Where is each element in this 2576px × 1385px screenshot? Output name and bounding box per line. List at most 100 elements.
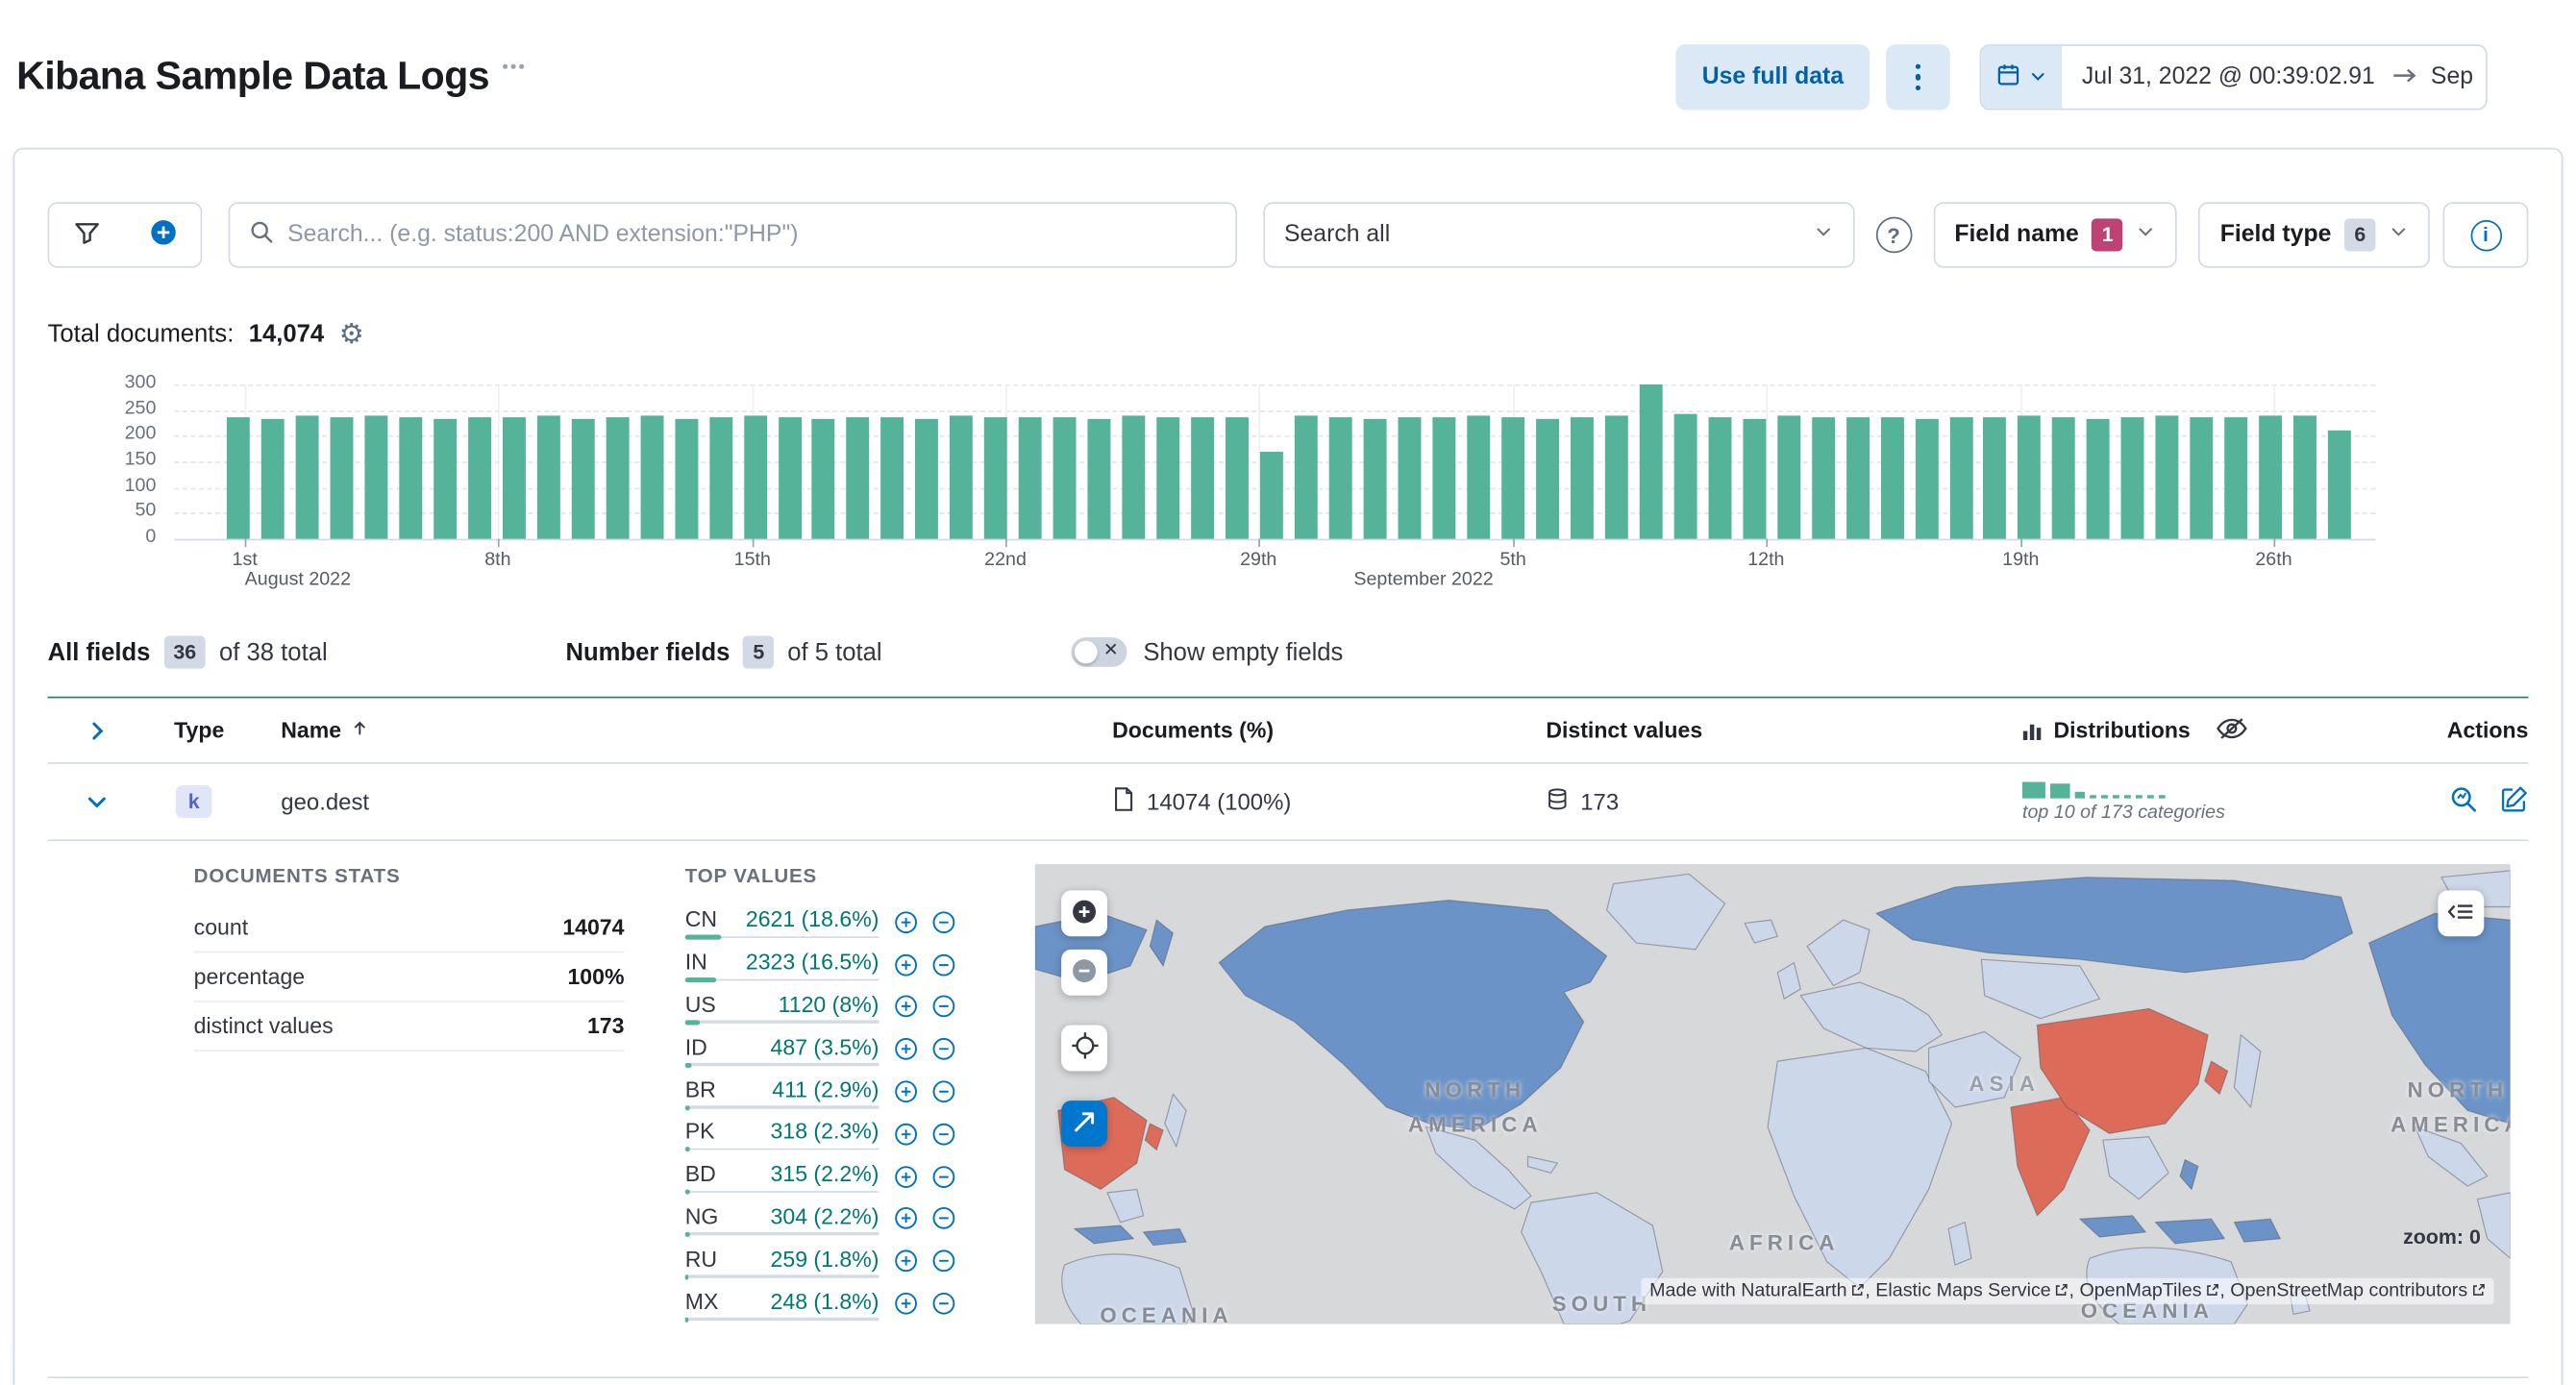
histogram-bar[interactable] <box>1570 417 1594 539</box>
map-attribution-link[interactable]: , OpenStreetMap contributors <box>2219 1281 2486 1301</box>
filter-out-value-button[interactable] <box>931 1249 956 1278</box>
map-zoom-in-button[interactable] <box>1061 890 1107 937</box>
date-end[interactable]: Sep <box>2417 64 2486 90</box>
histogram-bar[interactable] <box>2190 417 2214 539</box>
histogram-bar[interactable] <box>1535 418 1559 539</box>
histogram-bar[interactable] <box>1811 417 1835 539</box>
filter-out-value-button[interactable] <box>931 1292 956 1322</box>
histogram-bar[interactable] <box>536 416 560 539</box>
histogram-bar[interactable] <box>2328 431 2352 539</box>
histogram-bar[interactable] <box>399 417 422 539</box>
histogram-bar[interactable] <box>1363 418 1387 539</box>
histogram-bar[interactable] <box>1328 417 1352 539</box>
histogram-bar[interactable] <box>743 415 767 539</box>
histogram-bar[interactable] <box>2293 415 2317 539</box>
histogram-bar[interactable] <box>502 417 526 539</box>
histogram-bar[interactable] <box>812 418 836 539</box>
histogram-bar[interactable] <box>984 417 1008 539</box>
histogram-bar[interactable] <box>2155 416 2179 539</box>
histogram-bar[interactable] <box>2224 417 2248 539</box>
breadcrumb-menu-icon[interactable] <box>502 62 524 68</box>
filter-for-value-button[interactable] <box>894 952 919 982</box>
histogram-plot[interactable] <box>174 383 2376 548</box>
filter-out-value-button[interactable] <box>931 1206 956 1236</box>
histogram-bar[interactable] <box>330 417 354 539</box>
show-empty-fields-toggle[interactable]: ✕ <box>1071 637 1127 667</box>
hide-distributions-button[interactable] <box>2217 715 2248 745</box>
map-attribution-link[interactable]: , Elastic Maps Service <box>1865 1281 2068 1301</box>
search-scope-select[interactable]: Search all <box>1262 202 1855 268</box>
histogram-bar[interactable] <box>606 417 630 539</box>
filter-out-value-button[interactable] <box>931 1164 956 1194</box>
histogram-bar[interactable] <box>1915 418 1939 539</box>
search-input[interactable] <box>287 221 1216 249</box>
filter-out-value-button[interactable] <box>931 952 956 982</box>
column-type[interactable]: Type <box>146 718 281 743</box>
histogram-bar[interactable] <box>1260 451 1284 539</box>
histogram-bar[interactable] <box>2018 416 2042 539</box>
histogram-bar[interactable] <box>950 416 974 539</box>
histogram-bar[interactable] <box>1053 416 1077 539</box>
map-zoom-out-button[interactable] <box>1061 949 1107 996</box>
histogram-bar[interactable] <box>1776 416 1800 539</box>
histogram-bar[interactable] <box>1467 416 1491 539</box>
field-type-filter-button[interactable]: Field type 6 <box>2198 202 2430 268</box>
histogram-bar[interactable] <box>639 416 663 539</box>
column-name[interactable]: Name <box>281 718 1112 743</box>
histogram-bar[interactable] <box>1432 417 1456 539</box>
histogram-bar[interactable] <box>260 418 285 539</box>
expand-all-button[interactable] <box>79 712 115 749</box>
histogram-bar[interactable] <box>778 417 802 539</box>
filter-for-value-button[interactable] <box>894 1122 919 1151</box>
gear-icon[interactable]: ⚙ <box>339 320 364 348</box>
filter-out-value-button[interactable] <box>931 995 956 1025</box>
use-full-data-button[interactable]: Use full data <box>1675 44 1870 111</box>
date-start[interactable]: Jul 31, 2022 @ 00:39:02.91 <box>2062 64 2391 90</box>
explore-in-lens-button[interactable] <box>2449 785 2477 818</box>
filter-for-value-button[interactable] <box>894 1164 919 1194</box>
histogram-bar[interactable] <box>1087 418 1111 539</box>
filter-out-value-button[interactable] <box>931 1037 956 1067</box>
histogram-bar[interactable] <box>1604 416 1628 539</box>
histogram-bar[interactable] <box>1673 414 1697 539</box>
date-quick-select-button[interactable] <box>1981 45 2063 109</box>
filter-out-value-button[interactable] <box>931 1122 956 1151</box>
histogram-bar[interactable] <box>1156 417 1180 539</box>
help-icon[interactable]: ? <box>1875 216 1912 254</box>
histogram-bar[interactable] <box>1742 418 1766 539</box>
histogram-bar[interactable] <box>433 418 457 539</box>
histogram-bar[interactable] <box>2259 416 2283 539</box>
histogram-bar[interactable] <box>1845 416 1870 539</box>
histogram-bar[interactable] <box>2087 418 2111 539</box>
histogram-bar[interactable] <box>2052 417 2076 539</box>
more-options-button[interactable] <box>1886 44 1951 111</box>
filter-for-value-button[interactable] <box>894 1292 919 1322</box>
field-name-filter-button[interactable]: Field name 1 <box>1933 202 2178 268</box>
histogram-bar[interactable] <box>847 416 870 539</box>
filter-for-value-button[interactable] <box>894 1079 919 1109</box>
histogram-bar[interactable] <box>1639 383 1663 539</box>
histogram-bar[interactable] <box>1880 417 1904 539</box>
filter-for-value-button[interactable] <box>894 1206 919 1236</box>
histogram-bar[interactable] <box>1948 416 1972 539</box>
histogram-bar[interactable] <box>1500 417 1524 539</box>
map-attribution-link[interactable]: , OpenMapTiles <box>2069 1281 2220 1301</box>
map-fit-data-button[interactable] <box>1061 1025 1107 1072</box>
histogram-bar[interactable] <box>1226 416 1250 539</box>
collapse-row-button[interactable] <box>79 783 115 820</box>
map-legend-collapse-button[interactable] <box>2438 890 2485 937</box>
histogram-bar[interactable] <box>571 418 595 539</box>
histogram-bar[interactable] <box>1708 417 1731 539</box>
histogram-bar[interactable] <box>2121 416 2145 539</box>
filter-for-value-button[interactable] <box>894 1037 919 1067</box>
histogram-bar[interactable] <box>1122 416 1146 539</box>
map-expand-button[interactable] <box>1061 1101 1107 1148</box>
histogram-bar[interactable] <box>1191 417 1215 539</box>
edit-field-button[interactable] <box>2500 785 2528 818</box>
table-row[interactable]: k geo.dest 14074 (100%) 173 top 10 of 17… <box>47 764 2529 842</box>
histogram-bar[interactable] <box>674 418 698 539</box>
histogram-bar[interactable] <box>1983 417 2007 539</box>
filter-button[interactable] <box>49 203 125 266</box>
filter-for-value-button[interactable] <box>894 1249 919 1278</box>
choropleth-map[interactable]: NORTH AMERICA AFRICA ASIA SOUTH OCEANIA OCEANI… <box>1034 864 2511 1324</box>
